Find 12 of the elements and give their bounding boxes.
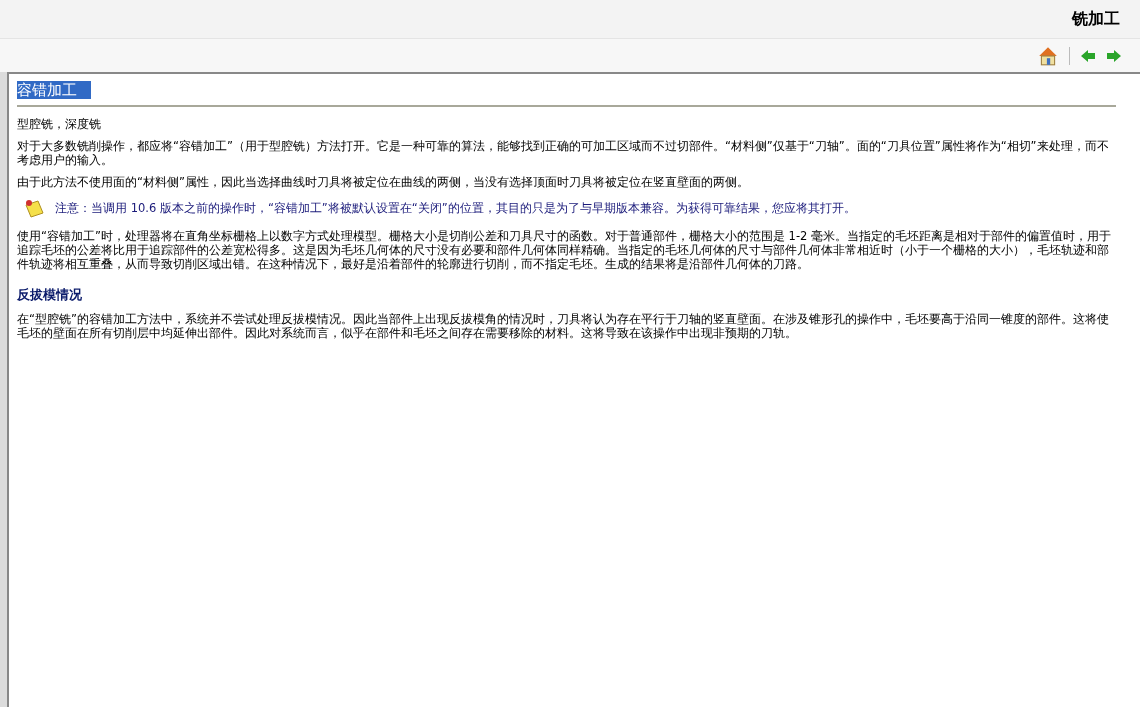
paragraph: 型腔铣，深度铣 [17, 117, 102, 131]
paragraph: 对于大多数铣削操作，都应将“容错加工”（用于型腔铣）方法打开。它是一种可靠的算法，能够找到正确的可加工区域而不过切部件。“材料侧”仅基于“刀轴”。面的“刀具位置”属性将作为“相切”来处理，而不考虑用户的输入。 [17, 139, 1110, 167]
paragraph: 使用“容错加工”时，处理器将在直角坐标栅格上以数字方式处理模型。栅格大小是切削公差和刀具尺寸的函数。对于普通部件，栅格大小的范围是 1-2 毫米。当指定的毛坯距离是相对于部件的偏置值时，用于追踪毛坯的公差将比用于追踪部件的公差宽松得多。这是因为毛坯几何体的尺寸没有必要和部件几何体同样精确。当指定的毛坯几何体的尺寸与部件几何体非常相近时（小于一个栅格的大小），毛坯轨迹和部件轨迹将相互重叠，从而导致切削区域出错。在这种情况下，最好是沿着部件的轮廓进行切削，而不指定毛坯。生成的结果将是沿部件几何体的刀路。 [17, 229, 1112, 271]
note-icon [23, 197, 45, 219]
paragraph: 在“型腔铣”的容错加工方法中，系统并不尝试处理反拔模情况。因此当部件上出现反拔模角的情况时，刀具将认为存在平行于刀轴的竖直壁面。在涉及锥形孔的操作中，毛坯要高于沿同一锥度的部件。这将使毛坯的壁面在所有切削层中均延伸出部件。因此对系统而言，似乎在部件和毛坯之间存在需要移除的材料。这将导致在该操作中出现非预期的刀轨。 [17, 312, 1110, 340]
window-title: 铣加工 [1072, 8, 1120, 30]
forward-arrow-icon[interactable] [1106, 47, 1122, 64]
section-heading: 反拔模情况 [17, 287, 83, 304]
paragraph: 由于此方法不使用面的“材料侧”属性，因此当选择曲线时刀具将被定位在曲线的两侧，当没有选择顶面时刀具将被定位在竖直壁面的两侧。 [17, 175, 750, 189]
back-arrow-icon[interactable] [1080, 47, 1096, 64]
topic-title: 容错加工 [17, 81, 91, 99]
note-text: 注意：当调用 10.6 版本之前的操作时，“容错加工”将被默认设置在“关闭”的位置，其目的只是为了与早期版本兼容。为获得可靠结果，您应将其打开。 [55, 200, 856, 216]
